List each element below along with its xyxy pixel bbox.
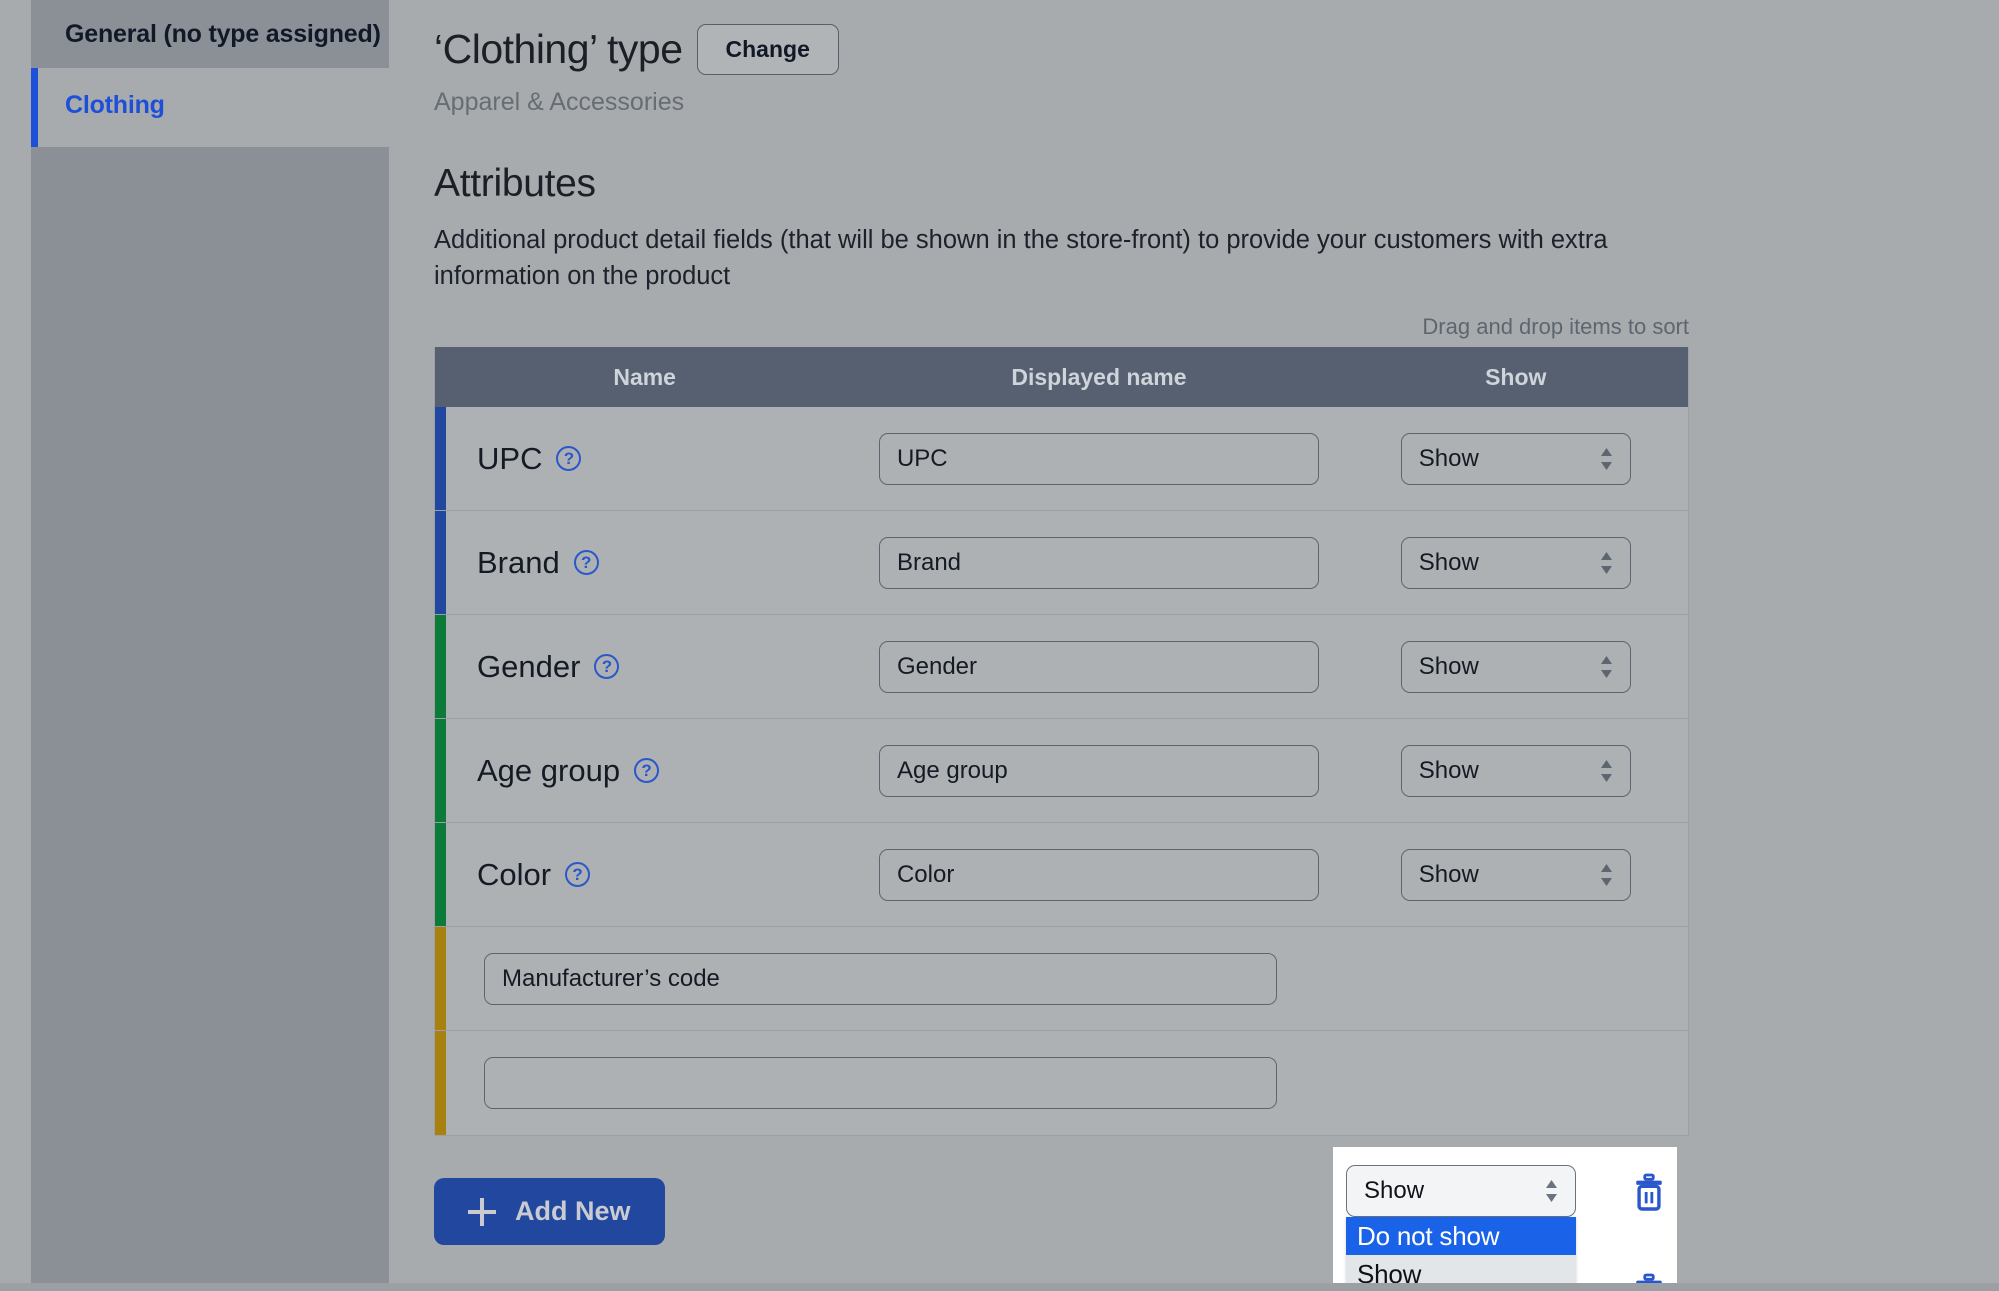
- column-header-show: Show: [1485, 363, 1547, 390]
- row-accent-bar: [435, 719, 446, 823]
- table-row[interactable]: Gender ? Show: [435, 615, 1688, 720]
- page-subtitle: Apparel & Accessories: [434, 88, 685, 116]
- sidebar-item-clothing-label: Clothing: [65, 91, 165, 119]
- chevron-updown-icon: [1545, 1179, 1558, 1203]
- select-overlay-panel: Show Show Do not show Show: [1333, 1147, 1677, 1283]
- trash-icon: [1632, 1173, 1666, 1215]
- show-select[interactable]: Show: [1400, 744, 1631, 797]
- row-accent-bar: [435, 407, 446, 511]
- sidebar-item-clothing[interactable]: Clothing: [31, 68, 389, 147]
- row-show-cell: Show: [1303, 1057, 1631, 1109]
- show-select-value: Show: [1418, 652, 1479, 680]
- show-select[interactable]: Show: [1400, 536, 1631, 589]
- table-row[interactable]: Brand ? Show: [435, 511, 1688, 616]
- table-row[interactable]: Show: [435, 927, 1688, 1032]
- add-new-button[interactable]: Add New: [434, 1178, 665, 1246]
- row-displayed-name-cell: [854, 432, 1343, 485]
- row-accent-bar: [435, 927, 446, 1031]
- custom-attribute-name-cell: [446, 952, 1303, 1005]
- plus-icon: [468, 1197, 496, 1226]
- help-icon[interactable]: ?: [565, 862, 591, 888]
- row-displayed-name-cell: [854, 744, 1343, 797]
- change-type-button[interactable]: Change: [696, 24, 839, 75]
- row-name-cell: Brand ?: [446, 545, 854, 581]
- custom-attribute-input[interactable]: [484, 952, 1277, 1005]
- row-name-label: Gender: [477, 648, 581, 684]
- delete-row-button[interactable]: [1632, 1173, 1666, 1216]
- add-new-label: Add New: [515, 1196, 631, 1227]
- show-select-value: Show: [1418, 860, 1479, 888]
- row-accent-bar: [435, 823, 446, 927]
- section-title: Attributes: [434, 162, 596, 205]
- chevron-updown-icon: [1600, 655, 1613, 679]
- column-header-name: Name: [613, 363, 676, 390]
- show-select[interactable]: Show: [1400, 432, 1631, 485]
- row-show-cell: Show: [1344, 744, 1688, 797]
- table-row[interactable]: Age group ? Show: [435, 719, 1688, 824]
- bottom-edge: [0, 1283, 1999, 1291]
- help-icon[interactable]: ?: [634, 758, 660, 784]
- displayed-name-input[interactable]: [878, 848, 1319, 901]
- dropdown-option-do-not-show[interactable]: Do not show: [1346, 1217, 1576, 1256]
- show-select-value: Show: [1418, 756, 1479, 784]
- chevron-updown-icon: [1600, 863, 1613, 887]
- custom-attribute-input[interactable]: [484, 1057, 1277, 1110]
- table-row[interactable]: Show: [435, 1031, 1688, 1136]
- help-icon[interactable]: ?: [556, 446, 582, 472]
- row-accent-bar: [435, 511, 446, 615]
- show-select-open-value: Show: [1364, 1177, 1425, 1205]
- show-select-value: Show: [1418, 444, 1479, 472]
- app-root: General (no type assigned) Clothing ‘Clo…: [0, 0, 1999, 1291]
- sidebar-item-general-label: General (no type assigned): [65, 20, 381, 48]
- attributes-table-wrapper: Drag and drop items to sort Name Display…: [434, 314, 1689, 1283]
- row-name-label: Age group: [477, 752, 621, 788]
- show-select-open[interactable]: Show: [1346, 1165, 1576, 1218]
- row-show-cell: Show: [1344, 432, 1688, 485]
- help-icon[interactable]: ?: [594, 654, 620, 680]
- sidebar-item-general[interactable]: General (no type assigned): [31, 0, 389, 68]
- row-displayed-name-cell: [854, 848, 1343, 901]
- dropdown-option-show[interactable]: Show: [1346, 1255, 1576, 1283]
- chevron-updown-icon: [1600, 447, 1613, 471]
- table-header-row: Name Displayed name Show: [435, 347, 1688, 408]
- section-description: Additional product detail fields (that w…: [434, 226, 1608, 291]
- row-accent-bar: [435, 1031, 446, 1136]
- row-name-label: UPC: [477, 440, 543, 476]
- row-name-cell: Gender ?: [446, 649, 854, 685]
- column-header-displayed-name: Displayed name: [1011, 363, 1187, 390]
- row-displayed-name-cell: [854, 536, 1343, 589]
- row-show-cell: Show: [1344, 848, 1688, 901]
- show-select[interactable]: Show: [1400, 848, 1631, 901]
- chevron-updown-icon: [1600, 759, 1613, 783]
- chevron-updown-icon: [1600, 551, 1613, 575]
- row-name-cell: Age group ?: [446, 753, 854, 789]
- table-row[interactable]: Color ? Show: [435, 823, 1688, 928]
- displayed-name-input[interactable]: [878, 432, 1319, 485]
- displayed-name-input[interactable]: [878, 744, 1319, 797]
- table-row[interactable]: UPC ? Show: [435, 407, 1688, 512]
- row-accent-bar: [435, 615, 446, 719]
- row-displayed-name-cell: [854, 640, 1343, 693]
- delete-row-button[interactable]: [1632, 1273, 1666, 1283]
- displayed-name-input[interactable]: [878, 640, 1319, 693]
- displayed-name-input[interactable]: [878, 536, 1319, 589]
- main-content: ‘Clothing’ type Change Apparel & Accesso…: [389, 0, 1999, 1283]
- row-name-cell: UPC ?: [446, 441, 854, 477]
- page-title: ‘Clothing’ type: [434, 26, 683, 72]
- drag-drop-hint: Drag and drop items to sort: [1422, 314, 1689, 340]
- row-name-label: Color: [477, 856, 552, 892]
- custom-attribute-name-cell: [446, 1057, 1303, 1110]
- page-header: ‘Clothing’ type Change: [434, 24, 1999, 75]
- row-show-cell: Show: [1303, 953, 1631, 1005]
- row-show-cell: Show: [1344, 536, 1688, 589]
- attributes-table: Name Displayed name Show UPC ? UPC Show …: [434, 347, 1689, 1137]
- row-name-label: Brand: [477, 544, 560, 580]
- row-name-cell: Color ?: [446, 857, 854, 893]
- show-select-value: Show: [1418, 548, 1479, 576]
- row-show-cell: Show: [1344, 640, 1688, 693]
- show-dropdown-menu[interactable]: Do not show Show: [1346, 1217, 1576, 1283]
- help-icon[interactable]: ?: [573, 550, 599, 576]
- sidebar: General (no type assigned) Clothing: [31, 0, 389, 1283]
- show-select[interactable]: Show: [1400, 640, 1631, 693]
